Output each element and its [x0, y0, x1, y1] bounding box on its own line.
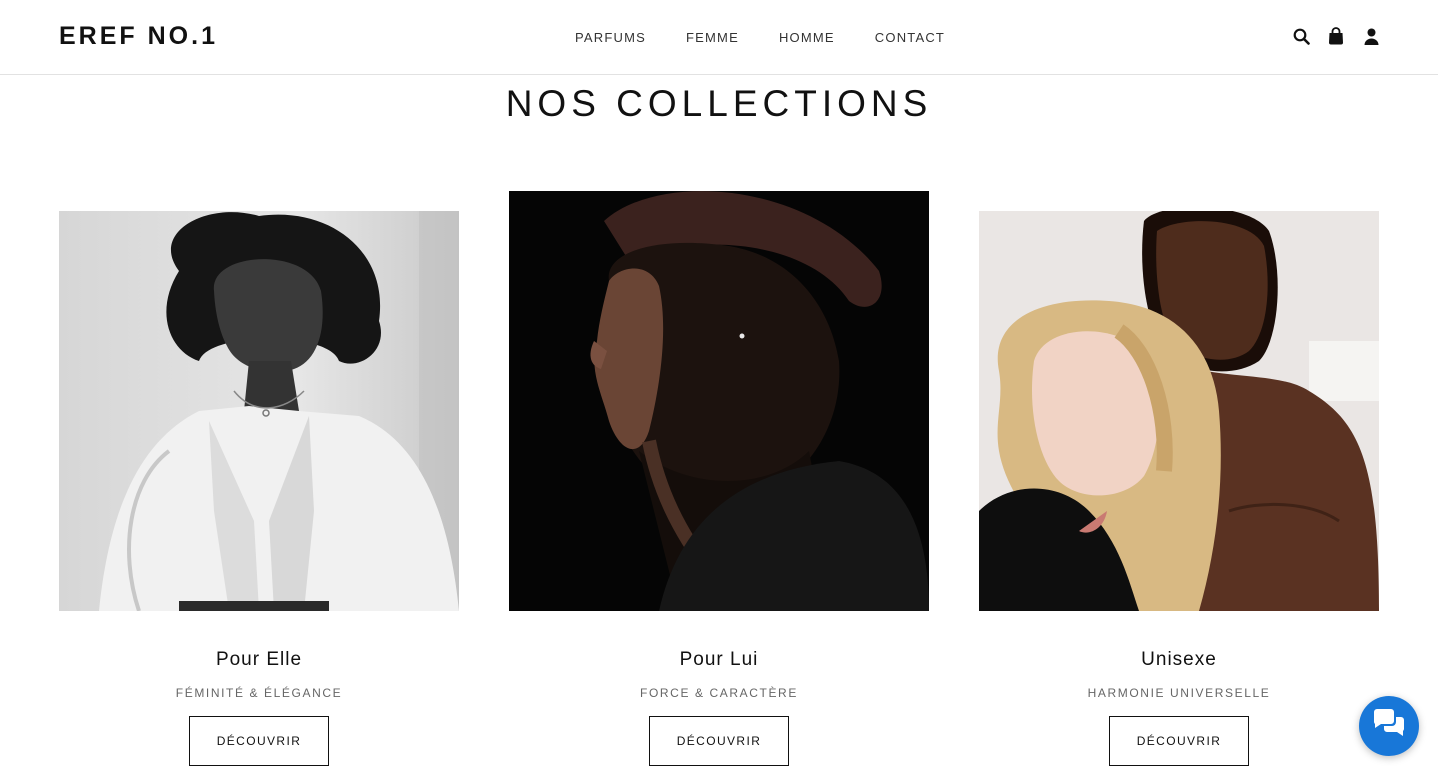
brand-logo[interactable]: EREF NO.1: [59, 21, 218, 51]
discover-button-pour-elle[interactable]: DÉCOUVRIR: [189, 716, 329, 766]
chat-bubbles-icon: [1372, 708, 1406, 744]
section-title: NOS COLLECTIONS: [505, 83, 933, 124]
nav-item-contact[interactable]: CONTACT: [875, 30, 945, 46]
collection-card-pour-elle: Pour Elle FÉMINITÉ & ÉLÉGANCE DÉCOUVRIR: [59, 211, 459, 766]
nav-item-homme[interactable]: HOMME: [779, 30, 835, 46]
user-icon[interactable]: [1362, 26, 1380, 46]
discover-button-unisexe[interactable]: DÉCOUVRIR: [1109, 716, 1249, 766]
collection-image-pour-lui[interactable]: [509, 191, 929, 611]
collection-tagline: FÉMINITÉ & ÉLÉGANCE: [175, 686, 343, 700]
discover-button-pour-lui[interactable]: DÉCOUVRIR: [649, 716, 789, 766]
shopping-bag-icon[interactable]: [1327, 26, 1345, 46]
chat-button[interactable]: [1359, 696, 1419, 756]
search-icon[interactable]: [1292, 26, 1310, 46]
collection-card-unisexe: Unisexe HARMONIE UNIVERSELLE DÉCOUVRIR: [979, 211, 1379, 766]
collection-card-pour-lui: Pour Lui FORCE & CARACTÈRE DÉCOUVRIR: [509, 191, 929, 766]
collection-image-unisexe[interactable]: [979, 211, 1379, 611]
collection-name: Pour Elle: [215, 649, 303, 670]
collection-tagline: FORCE & CARACTÈRE: [640, 686, 798, 700]
main-nav: PARFUMS FEMME HOMME CONTACT: [575, 30, 945, 46]
nav-item-femme[interactable]: FEMME: [686, 30, 739, 46]
nav-item-parfums[interactable]: PARFUMS: [575, 30, 646, 46]
header-actions: [1292, 26, 1380, 46]
collection-image-pour-elle[interactable]: [59, 211, 459, 611]
collection-name: Pour Lui: [679, 649, 759, 670]
collection-tagline: HARMONIE UNIVERSELLE: [1087, 686, 1271, 700]
site-header: EREF NO.1 PARFUMS FEMME HOMME CONTACT: [0, 0, 1438, 75]
collection-name: Unisexe: [1141, 649, 1217, 670]
